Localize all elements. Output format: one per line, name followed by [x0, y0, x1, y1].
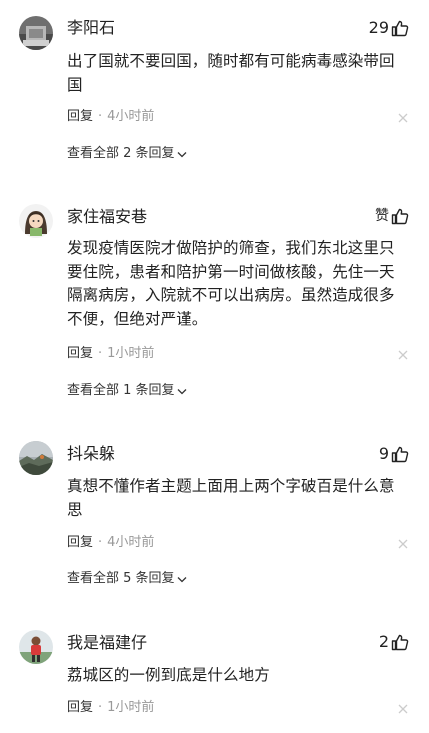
timestamp: 1小时前 — [107, 700, 155, 715]
view-replies-link[interactable]: 查看全部 2 条回复 — [67, 145, 187, 163]
chevron-down-icon — [177, 151, 187, 158]
close-icon[interactable] — [398, 704, 408, 714]
close-icon[interactable] — [398, 539, 408, 549]
view-replies-link[interactable]: 查看全部 5 条回复 — [67, 570, 187, 588]
thumbs-up-icon — [391, 445, 409, 463]
like-label: 赞 — [375, 208, 389, 224]
reply-button[interactable]: 回复 — [67, 535, 93, 550]
separator-dot: · — [98, 346, 103, 361]
separator-dot: · — [98, 109, 103, 124]
like-button[interactable]: 2 — [379, 631, 409, 653]
chevron-down-icon — [177, 576, 187, 583]
avatar[interactable] — [19, 441, 53, 475]
view-replies-label: 查看全部 1 条回复 — [67, 383, 175, 398]
thumbs-up-icon — [391, 19, 409, 37]
comment-meta: 回复 · 4小时前 — [67, 534, 154, 552]
chevron-down-icon — [177, 388, 187, 395]
timestamp: 4小时前 — [107, 109, 155, 124]
avatar-landscape-photo-icon — [19, 441, 53, 475]
timestamp: 4小时前 — [107, 535, 155, 550]
avatar[interactable] — [19, 204, 53, 238]
comment-text: 出了国就不要回国，随时都有可能病毒感染带回国 — [67, 52, 395, 94]
like-count: 29 — [368, 18, 389, 37]
username[interactable]: 李阳石 — [67, 18, 115, 38]
like-button[interactable]: 9 — [379, 443, 409, 465]
avatar-gray-photo-icon — [19, 16, 53, 50]
view-replies-link[interactable]: 查看全部 1 条回复 — [67, 382, 187, 400]
reply-button[interactable]: 回复 — [67, 109, 93, 124]
like-count: 2 — [378, 632, 389, 651]
view-replies-label: 查看全部 2 条回复 — [67, 146, 175, 161]
comment-text: 发现疫情医院才做陪护的筛查，我们东北这里只要住院，患者和陪护第一时间做核酸，先住… — [67, 239, 395, 328]
like-count: 9 — [378, 444, 389, 463]
username[interactable]: 我是福建仔 — [67, 633, 147, 653]
separator-dot: · — [98, 535, 103, 550]
username[interactable]: 抖朵躲 — [67, 444, 115, 464]
comment-meta: 回复 · 1小时前 — [67, 345, 154, 363]
username[interactable]: 家住福安巷 — [67, 207, 147, 227]
avatar-person-red-icon — [19, 630, 53, 664]
separator-dot: · — [98, 700, 103, 715]
reply-button[interactable]: 回复 — [67, 346, 93, 361]
comment-text: 荔城区的一例到底是什么地方 — [67, 666, 270, 684]
view-replies-label: 查看全部 5 条回复 — [67, 571, 175, 586]
comment-meta: 回复 · 4小时前 — [67, 108, 154, 126]
like-button[interactable]: 29 — [369, 17, 409, 39]
close-icon[interactable] — [398, 113, 408, 123]
avatar[interactable] — [19, 630, 53, 664]
thumbs-up-icon — [391, 207, 409, 225]
comment-text: 真想不懂作者主题上面用上两个字破百是什么意思 — [67, 477, 395, 519]
close-icon[interactable] — [398, 350, 408, 360]
timestamp: 1小时前 — [107, 346, 155, 361]
comment-meta: 回复 · 1小时前 — [67, 699, 154, 717]
thumbs-up-icon — [391, 633, 409, 651]
avatar[interactable] — [19, 16, 53, 50]
avatar-cartoon-girl-icon — [19, 204, 53, 238]
reply-button[interactable]: 回复 — [67, 700, 93, 715]
like-button[interactable]: 赞 — [375, 205, 409, 227]
